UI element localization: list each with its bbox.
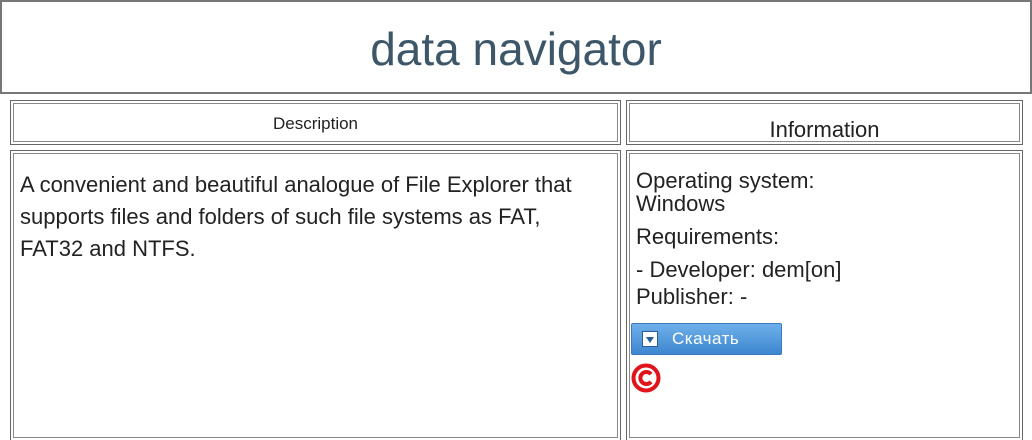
description-header: Description [272, 114, 359, 133]
download-button-label: Скачать [672, 329, 740, 348]
download-button[interactable]: Скачать [631, 323, 782, 355]
information-cell: Operating system: Windows Requirements: … [626, 150, 1023, 440]
os-value: Windows [636, 191, 726, 216]
publisher-text: Publisher: - [636, 284, 748, 309]
requirements-label: Requirements: [636, 224, 780, 249]
description-text: A convenient and beautiful analogue of F… [20, 172, 572, 261]
info-block: Operating system: Windows Requirements: … [636, 169, 1006, 308]
page-title: data navigator [370, 23, 662, 75]
copyright-icon [631, 363, 661, 393]
information-header: Information [769, 117, 880, 142]
description-cell: A convenient and beautiful analogue of F… [10, 150, 621, 440]
download-icon [642, 331, 658, 347]
developer-text: - Developer: dem[on] [636, 257, 842, 282]
description-header-cell: Description [10, 100, 621, 145]
os-label: Operating system: [636, 168, 815, 193]
title-banner: data navigator [0, 0, 1032, 94]
information-header-cell: Information [626, 100, 1023, 145]
